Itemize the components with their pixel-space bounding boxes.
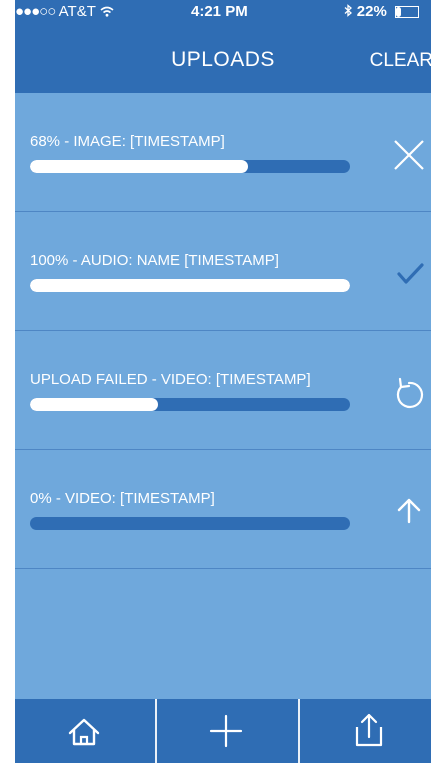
bottom-tab-bar [15,699,431,763]
progress-bar [30,160,350,173]
upload-row: 0% - VIDEO: [TIMESTAMP] [15,450,431,569]
upload-label: UPLOAD FAILED - VIDEO: [TIMESTAMP] [30,371,311,388]
progress-fill [30,160,248,173]
status-right: 22% [344,3,419,20]
progress-bar [30,517,350,530]
upload-row: 100% - AUDIO: NAME [TIMESTAMP] [15,212,431,331]
status-bar: ●●●○○ AT&T 4:21 PM 22% [15,0,431,22]
progress-fill [30,398,158,411]
progress-bar [30,279,350,292]
upload-label: 0% - VIDEO: [TIMESTAMP] [30,490,215,507]
carrier-name: AT&T [58,3,96,20]
upload-row: 68% - IMAGE: [TIMESTAMP] [15,93,431,212]
upload-row: UPLOAD FAILED - VIDEO: [TIMESTAMP] [15,331,431,450]
close-icon[interactable] [387,133,431,177]
signal-strength: ●●●○○ [15,3,56,20]
top-bar: ●●●○○ AT&T 4:21 PM 22% UPLOADS CLEAR [15,0,431,93]
app-screen: ●●●○○ AT&T 4:21 PM 22% UPLOADS CLEAR 68%… [15,0,431,763]
progress-fill [30,279,350,292]
upload-label: 100% - AUDIO: NAME [TIMESTAMP] [30,252,279,269]
status-time: 4:21 PM [191,3,248,20]
checkmark-icon[interactable] [387,252,431,296]
retry-icon[interactable] [387,371,431,415]
share-icon [300,713,431,763]
battery-icon [395,6,419,19]
page-title: UPLOADS [171,48,275,71]
bluetooth-icon [344,3,357,20]
wifi-icon [100,3,114,20]
clear-button[interactable]: CLEAR [370,50,431,72]
status-left: ●●●○○ AT&T [15,3,114,20]
share-tab[interactable] [300,699,431,763]
phone-screen: ●●●○○ AT&T 4:21 PM 22% UPLOADS CLEAR 68%… [0,0,431,763]
upload-label: 68% - IMAGE: [TIMESTAMP] [30,133,225,150]
home-tab[interactable] [15,699,153,763]
battery-percent: 22% [356,3,387,20]
progress-bar [30,398,350,411]
upload-arrow-icon[interactable] [387,490,431,534]
left-bezel [0,0,15,763]
add-tab[interactable] [157,699,295,763]
plus-icon [157,714,295,763]
home-icon [15,718,153,763]
uploads-list: 68% - IMAGE: [TIMESTAMP] 100% - AUDIO: N… [15,93,431,569]
